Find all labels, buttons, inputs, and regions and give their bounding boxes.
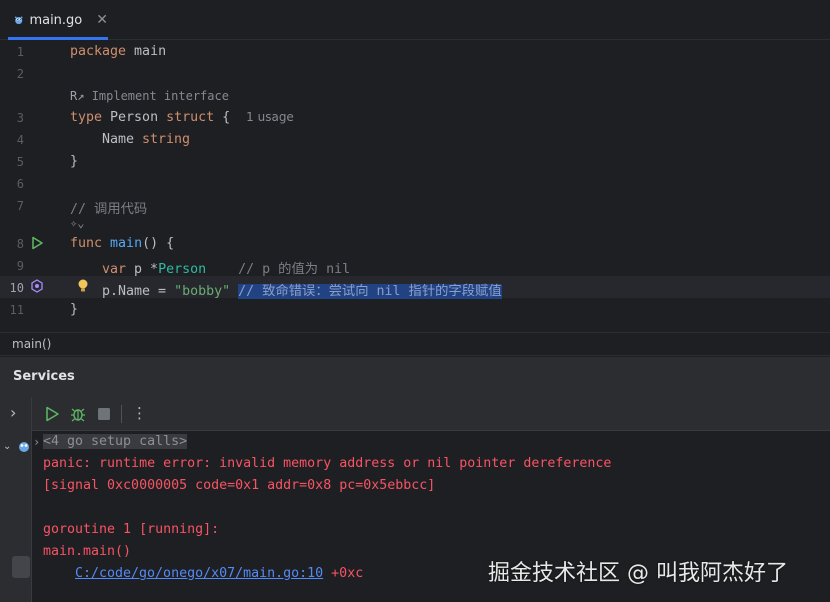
console-line: panic: runtime error: invalid memory add… [43,456,612,471]
line-number: 3 [16,111,24,125]
gopher-file-icon [14,16,23,25]
tab-main-go[interactable]: main.go ✕ [8,0,108,40]
tab-label: main.go [29,12,83,28]
code-line-3: type Person struct { 1 usage [70,110,294,125]
code-line-5: } [70,154,79,169]
code-line-1: package main [70,44,167,59]
line-number: 1 [16,45,24,59]
services-panel-header: Services [0,357,830,397]
debug-icon[interactable] [69,405,87,423]
line-number: 7 [16,199,24,213]
line-number: 5 [16,155,24,169]
gopher-icon [19,442,29,452]
console-line: C:/code/go/onego/x07/main.go:10 +0xc [75,566,364,581]
line-number: 11 [9,303,24,317]
toolbar-separator [121,405,122,423]
line-number: 2 [16,67,24,81]
close-icon[interactable]: ✕ [96,12,108,28]
usage-hint[interactable]: 1 usage [246,110,294,124]
lightbulb-icon[interactable] [76,278,90,294]
code-line-8: func main() { [70,236,175,251]
chevron-right-icon[interactable]: › [10,403,16,422]
chevron-down-icon[interactable]: ⌄ [3,441,11,452]
debug-breakpoint-icon[interactable] [30,279,44,293]
line-number: 4 [16,133,24,147]
chevron-right-icon[interactable]: › [33,435,40,449]
line-number: 6 [16,177,24,191]
console-line: main.main() [43,544,132,559]
services-tree[interactable]: › ⌄ [0,397,32,602]
console-line: goroutine 1 [running]: [43,522,220,537]
stop-icon[interactable] [95,405,113,423]
run-icon[interactable] [30,236,44,250]
breadcrumb: main() [0,332,830,356]
implement-interface-hint[interactable]: R↗ Implement interface [70,89,229,103]
scrollbar-thumb[interactable] [12,556,30,578]
console-line: [signal 0xc0000005 code=0x1 addr=0x8 pc=… [43,478,436,493]
watermark: 掘金技术社区 @ 叫我阿杰好了 [488,561,788,586]
line-number: 8 [16,237,24,251]
editor-tab-bar: main.go ✕ [0,0,830,40]
line-number: 9 [16,259,24,273]
run-icon[interactable] [43,405,61,423]
breadcrumb-item[interactable]: main() [12,337,51,351]
code-line-11: } [70,302,79,317]
implement-icon: R↗ [70,89,85,103]
code-line-4: Name string [102,132,191,147]
code-line-9: var p *Person // p 的值为 nil [102,262,351,277]
services-toolbar: ⋮ [32,397,830,431]
source-link[interactable]: C:/code/go/onego/x07/main.go:10 [75,566,323,581]
more-options-icon[interactable]: ⋮ [132,404,147,422]
active-tab-indicator [8,37,108,40]
ai-assist-icon[interactable]: ✧⌄ [70,216,84,230]
panel-title: Services [13,369,75,384]
code-line-7: // 调用代码 [70,202,148,217]
setup-calls-fold[interactable]: <4 go setup calls> [43,434,188,449]
line-number: 10 [9,281,24,295]
code-line-10: p.Name = "bobby" // 致命错误：尝试向 nil 指针的字段赋值 [102,284,502,299]
selected-text: // 致命错误：尝试向 nil 指针的字段赋值 [238,284,502,299]
code-editor[interactable]: 1 2 3 4 5 6 7 8 9 10 11 package main R↗ … [0,41,830,331]
